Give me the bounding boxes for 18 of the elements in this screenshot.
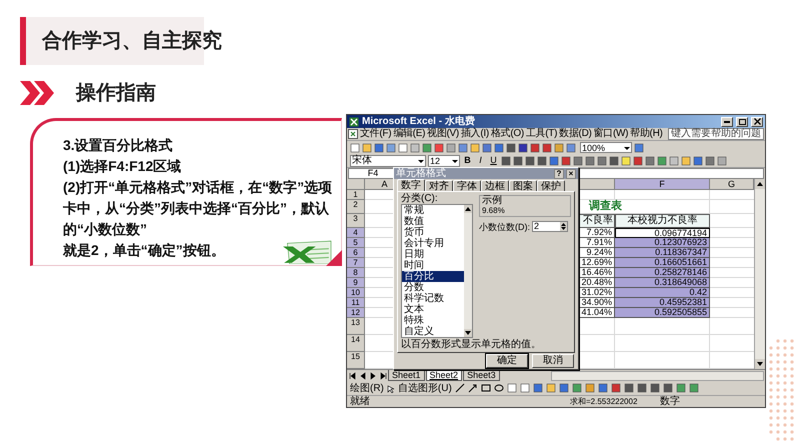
sheet-title: 调查表 xyxy=(589,200,622,213)
field-label: 示例 xyxy=(482,196,503,206)
table-cell: 本校视力不良率 xyxy=(615,214,710,228)
window-title: Microsoft Excel - 水电费 xyxy=(362,116,475,128)
sample-value: 9.68% xyxy=(482,206,506,215)
instruction-text: (1)选择F4:F12区域 xyxy=(63,157,182,176)
instruction-text: 就是2，单击“确定”按钮。 xyxy=(63,241,225,260)
section-title: 操作指南 xyxy=(76,81,156,106)
field-label: 分类(C): xyxy=(401,193,439,204)
dialog-title: 单元格格式 xyxy=(396,168,447,179)
field-label: 小数位数(D): xyxy=(479,222,530,232)
description-text: 以百分数形式显示单元格的值。 xyxy=(401,339,542,351)
sum-readout: 求和=2.553222002 xyxy=(570,396,638,406)
slide-title: 合作学习、自主探究 xyxy=(42,28,222,54)
mode-indicator: 数字 xyxy=(660,396,680,407)
instruction-text: 3.设置百分比格式 xyxy=(63,136,173,155)
status-text: 就绪 xyxy=(350,396,371,407)
instruction-text: (2)打开“单元格格式”对话框，在“数字”选项卡中，从“分类”列表中选择“百分比”，默认的“小数位数” xyxy=(63,178,334,239)
